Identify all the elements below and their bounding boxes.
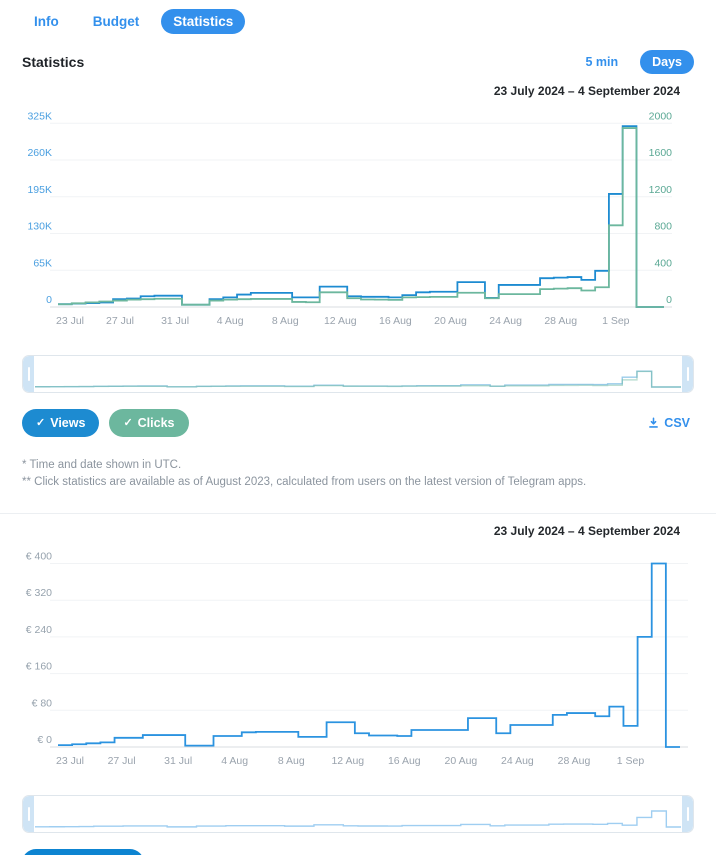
chart2-scrubber-handle-right[interactable]: [682, 796, 693, 832]
views-clicks-chart[interactable]: 0 65K 130K 195K 260K 325K 0 400 800 1200 1600 2000 2…: [0, 98, 716, 343]
chart1-scrubber-handle-right[interactable]: [682, 356, 693, 392]
svg-text:€ 160: € 160: [26, 661, 52, 673]
svg-text:27 Jul: 27 Jul: [108, 755, 136, 767]
page-title: Statistics: [22, 54, 85, 70]
svg-text:24 Aug: 24 Aug: [489, 315, 522, 327]
check-icon: ✓: [123, 417, 133, 429]
legend-label-clicks: Clicks: [137, 416, 175, 430]
tab-info[interactable]: Info: [22, 9, 71, 34]
svg-text:260K: 260K: [27, 147, 52, 159]
svg-text:€ 80: € 80: [32, 697, 53, 709]
svg-text:195K: 195K: [27, 184, 52, 196]
spent-budget-chart[interactable]: € 0 € 80 € 160 € 240 € 320 € 400 23 Jul 27 Jul 3…: [0, 538, 716, 783]
granularity-days[interactable]: Days: [640, 50, 694, 74]
svg-text:1 Sep: 1 Sep: [602, 315, 630, 327]
svg-text:325K: 325K: [27, 110, 52, 122]
svg-text:23 Jul: 23 Jul: [56, 315, 84, 327]
legend-label-views: Views: [50, 416, 86, 430]
statistics-header: Statistics 5 min Days: [0, 42, 716, 74]
tab-statistics[interactable]: Statistics: [161, 8, 246, 34]
chart1-range-scrubber[interactable]: [22, 355, 694, 393]
svg-text:65K: 65K: [33, 257, 52, 269]
chart2-legend-row: ✓ Spent budget CSV: [0, 833, 716, 855]
legend-toggle-views[interactable]: ✓ Views: [22, 409, 100, 437]
chart2-scrubber-handle-left[interactable]: [23, 796, 34, 832]
svg-text:€ 320: € 320: [26, 587, 52, 599]
chart1-csv-label: CSV: [664, 416, 690, 430]
svg-text:20 Aug: 20 Aug: [434, 315, 467, 327]
views-clicks-chart-svg[interactable]: 0 65K 130K 195K 260K 325K 0 400 800 1200 1600 2000 2…: [0, 98, 716, 343]
chart1-legend: ✓ Views ✓ Clicks: [22, 409, 189, 437]
svg-text:28 Aug: 28 Aug: [544, 315, 577, 327]
svg-text:1600: 1600: [649, 147, 673, 159]
grip-icon: [27, 367, 30, 381]
download-icon: [649, 417, 659, 428]
grip-icon: [686, 367, 689, 381]
legend-toggle-spent-budget[interactable]: ✓ Spent budget: [22, 849, 145, 855]
svg-text:23 Jul: 23 Jul: [56, 755, 84, 767]
chart1-scrubber-preview: [35, 370, 681, 388]
chart2-range-scrubber[interactable]: [22, 795, 694, 833]
svg-text:4 Aug: 4 Aug: [221, 755, 248, 767]
check-icon: ✓: [36, 417, 46, 429]
svg-text:31 Jul: 31 Jul: [164, 755, 192, 767]
svg-text:0: 0: [666, 294, 672, 306]
svg-text:130K: 130K: [27, 221, 52, 233]
svg-text:€ 0: € 0: [37, 734, 52, 746]
legend-toggle-clicks[interactable]: ✓ Clicks: [109, 409, 189, 437]
svg-text:1 Sep: 1 Sep: [617, 755, 645, 767]
svg-text:800: 800: [654, 221, 672, 233]
svg-text:20 Aug: 20 Aug: [445, 755, 478, 767]
svg-text:€ 400: € 400: [26, 551, 52, 563]
chart1-range-label: 23 July 2024 – 4 September 2024: [493, 84, 680, 98]
tab-bar: Info Budget Statistics: [0, 0, 716, 42]
tab-budget[interactable]: Budget: [81, 9, 152, 34]
svg-text:16 Aug: 16 Aug: [388, 755, 421, 767]
svg-text:8 Aug: 8 Aug: [278, 755, 305, 767]
svg-text:8 Aug: 8 Aug: [272, 315, 299, 327]
chart1-legend-row: ✓ Views ✓ Clicks CSV: [0, 393, 716, 437]
chart2-legend: ✓ Spent budget: [22, 849, 145, 855]
chart2-range-label: 23 July 2024 – 4 September 2024: [493, 524, 680, 538]
svg-text:€ 240: € 240: [26, 624, 52, 636]
statistics-page: Info Budget Statistics Statistics 5 min …: [0, 0, 716, 855]
svg-text:31 Jul: 31 Jul: [161, 315, 189, 327]
svg-text:2000: 2000: [649, 111, 673, 123]
svg-text:0: 0: [46, 294, 52, 306]
footnote-clicks: ** Click statistics are available as of …: [22, 476, 587, 488]
grip-icon: [27, 807, 30, 821]
svg-text:24 Aug: 24 Aug: [501, 755, 534, 767]
svg-text:4 Aug: 4 Aug: [217, 315, 244, 327]
svg-text:1200: 1200: [649, 184, 673, 196]
granularity-5min[interactable]: 5 min: [573, 50, 630, 74]
chart2-scrubber-preview: [35, 810, 681, 828]
svg-text:27 Jul: 27 Jul: [106, 315, 134, 327]
svg-text:12 Aug: 12 Aug: [324, 315, 357, 327]
grip-icon: [686, 807, 689, 821]
footnote-utc: * Time and date shown in UTC.: [22, 459, 182, 471]
svg-text:12 Aug: 12 Aug: [331, 755, 364, 767]
chart1-scrubber-handle-left[interactable]: [23, 356, 34, 392]
svg-text:400: 400: [654, 257, 672, 269]
footnotes: * Time and date shown in UTC. ** Click s…: [0, 437, 716, 491]
chart1-csv-download-button[interactable]: CSV: [647, 416, 690, 430]
spent-budget-chart-svg[interactable]: € 0 € 80 € 160 € 240 € 320 € 400 23 Jul 27 Jul 3…: [0, 538, 716, 783]
svg-text:28 Aug: 28 Aug: [558, 755, 591, 767]
granularity-toggle: 5 min Days: [573, 50, 694, 74]
svg-text:16 Aug: 16 Aug: [379, 315, 412, 327]
